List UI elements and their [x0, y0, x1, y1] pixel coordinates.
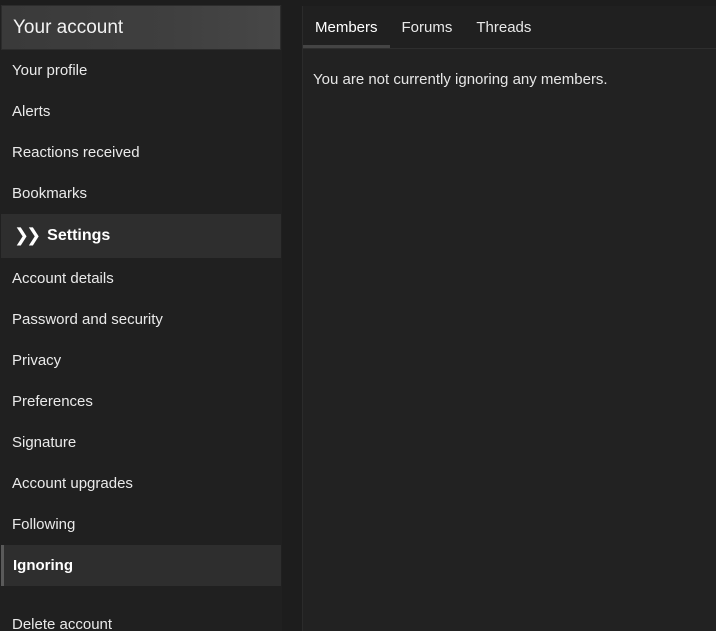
sidebar-item-account-upgrades[interactable]: Account upgrades: [0, 463, 282, 504]
sidebar-item-reactions-received[interactable]: Reactions received: [0, 132, 282, 173]
page: Your account Your profile Alerts Reactio…: [0, 0, 716, 631]
empty-state-message: You are not currently ignoring any membe…: [313, 71, 608, 88]
sidebar-item-signature[interactable]: Signature: [0, 422, 282, 463]
sidebar-item-following[interactable]: Following: [0, 504, 282, 545]
sidebar-item-your-profile[interactable]: Your profile: [0, 50, 282, 91]
sidebar-item-preferences[interactable]: Preferences: [0, 381, 282, 422]
sidebar-item-password-and-security[interactable]: Password and security: [0, 299, 282, 340]
ignore-tabs: Members Forums Threads: [303, 6, 716, 49]
sidebar-item-account-details[interactable]: Account details: [0, 258, 282, 299]
settings-section-header: ❯❯ Settings: [1, 214, 281, 258]
sidebar-title: Your account: [1, 5, 281, 50]
main-content: Members Forums Threads You are not curre…: [302, 6, 716, 631]
tab-forums[interactable]: Forums: [390, 6, 465, 48]
double-chevron-right-icon: ❯❯: [14, 224, 41, 245]
sidebar-item-alerts[interactable]: Alerts: [0, 91, 282, 132]
account-sidebar: Your account Your profile Alerts Reactio…: [0, 5, 282, 631]
sidebar-item-ignoring[interactable]: Ignoring: [1, 545, 281, 586]
sidebar-item-delete-account[interactable]: Delete account: [0, 604, 282, 631]
sidebar-item-privacy[interactable]: Privacy: [0, 340, 282, 381]
tab-members[interactable]: Members: [303, 6, 390, 48]
tab-threads[interactable]: Threads: [464, 6, 543, 48]
sidebar-item-bookmarks[interactable]: Bookmarks: [0, 173, 282, 214]
settings-section-label: Settings: [47, 227, 111, 244]
